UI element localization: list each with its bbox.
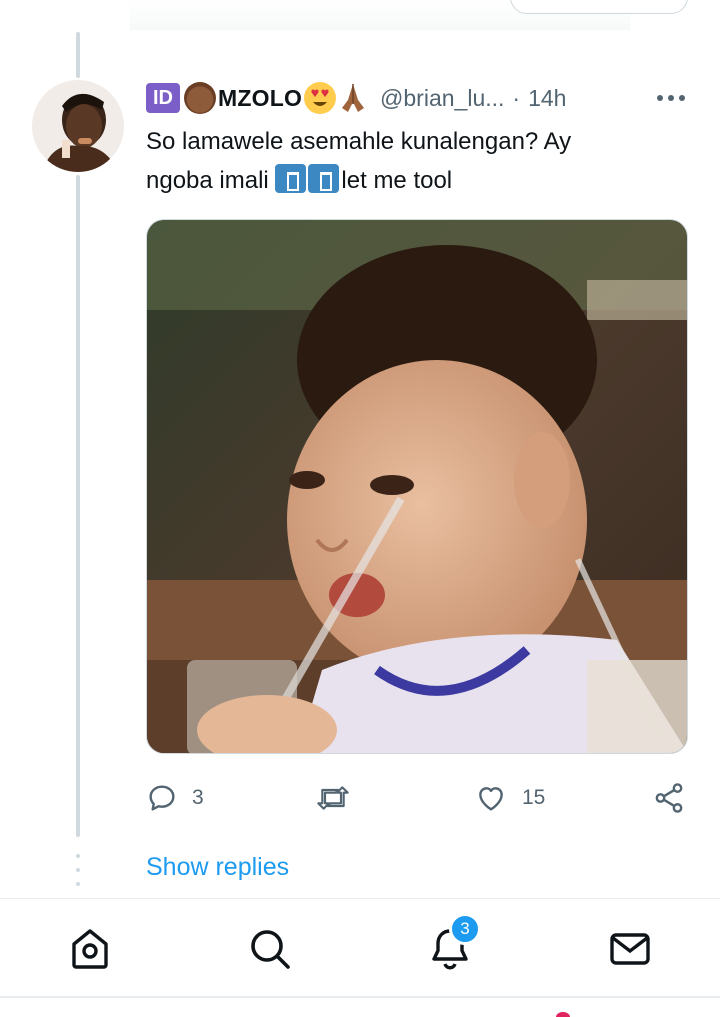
tweet-actions: 3 15 <box>146 778 688 818</box>
reply-icon <box>149 785 175 811</box>
thread-connector-top <box>76 32 80 78</box>
tweet-text-part-a: ngoba imali <box>146 167 269 194</box>
retweet-button[interactable] <box>314 778 366 818</box>
tweet-text-part-b: let me tool <box>341 167 453 194</box>
share-icon <box>655 783 683 813</box>
id-button-emoji: ID <box>146 83 180 113</box>
more-options-icon[interactable] <box>654 86 688 110</box>
tweet-text: So lamawele asemahle kunalengan? Ay ngob… <box>146 122 686 200</box>
put-litter-in-bin-emoji <box>275 164 307 193</box>
tweet-photo[interactable] <box>146 219 688 754</box>
tweet-header: ID MZOLO @brian_lu... · 14h <box>146 80 566 116</box>
retweet-icon <box>317 786 349 810</box>
tweet-timestamp[interactable]: 14h <box>528 85 566 112</box>
bottom-divider <box>0 996 720 998</box>
folded-hands-emoji <box>338 82 368 114</box>
search-icon <box>251 930 290 969</box>
search-tab[interactable] <box>246 925 294 973</box>
show-replies-link[interactable]: Show replies <box>146 853 289 882</box>
previous-tweet-edge <box>0 0 720 30</box>
previous-tweet-button[interactable] <box>510 0 688 14</box>
baby-emoji <box>184 82 216 114</box>
thread-connector <box>76 175 80 837</box>
like-icon <box>479 787 503 811</box>
home-tab[interactable] <box>66 925 114 973</box>
put-litter-in-bin-emoji <box>308 164 340 193</box>
messages-tab[interactable] <box>606 925 654 973</box>
thread-more-dots <box>76 854 80 896</box>
reply-button[interactable]: 3 <box>146 778 204 818</box>
notifications-badge: 3 <box>449 913 481 945</box>
header-separator: · <box>512 84 521 111</box>
bottom-tab-bar <box>0 898 720 998</box>
user-handle[interactable]: @brian_lu... <box>380 85 504 112</box>
display-name[interactable]: MZOLO <box>218 85 302 112</box>
tweet-text-line-2: ngoba imali let me tool <box>146 161 686 200</box>
status-dot <box>556 1012 570 1017</box>
reply-count: 3 <box>192 786 204 809</box>
heart-eyes-emoji <box>304 82 337 114</box>
tweet-text-line-1: So lamawele asemahle kunalengan? Ay <box>146 128 572 155</box>
home-icon <box>72 929 108 969</box>
avatar[interactable] <box>32 80 124 172</box>
like-button[interactable]: 15 <box>474 778 545 818</box>
like-count: 15 <box>522 786 546 809</box>
messages-envelope-icon <box>610 933 650 965</box>
share-button[interactable] <box>652 778 686 818</box>
